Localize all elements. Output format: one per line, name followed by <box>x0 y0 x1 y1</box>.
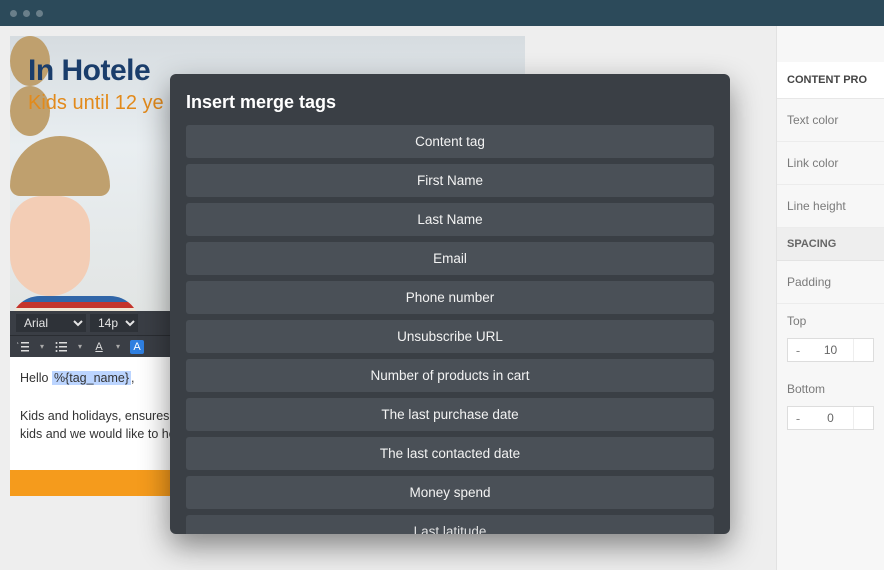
chevron-down-icon[interactable]: ▾ <box>78 342 82 351</box>
prop-text-color[interactable]: Text color <box>777 99 884 142</box>
merge-tag-option[interactable]: Number of products in cart <box>186 359 714 392</box>
chevron-down-icon[interactable]: ▾ <box>116 342 120 351</box>
window-titlebar <box>0 0 884 26</box>
prop-padding[interactable]: Padding <box>777 261 884 304</box>
hero-subtitle: Kids until 12 ye <box>28 92 164 115</box>
merge-tag-option[interactable]: Email <box>186 242 714 275</box>
hero-decor <box>10 136 110 196</box>
merge-token[interactable]: %{tag_name} <box>52 371 131 385</box>
svg-text:1: 1 <box>17 341 19 345</box>
increment-button[interactable] <box>853 407 873 429</box>
properties-panel: CONTENT PRO Text color Link color Line h… <box>776 26 884 570</box>
body-line: kids and we would like to he <box>20 427 176 441</box>
increment-button[interactable] <box>853 339 873 361</box>
prop-link-color[interactable]: Link color <box>777 142 884 185</box>
decrement-button[interactable]: - <box>788 339 808 361</box>
window-dot <box>36 10 43 17</box>
merge-tag-option[interactable]: Unsubscribe URL <box>186 320 714 353</box>
modal-title: Insert merge tags <box>186 92 714 113</box>
ordered-list-icon[interactable]: 1 <box>16 340 30 354</box>
unordered-list-icon[interactable] <box>54 340 68 354</box>
font-color-icon[interactable]: A <box>92 340 106 354</box>
window-dot <box>10 10 17 17</box>
hero-title: In Hotele <box>28 54 150 88</box>
bottom-label: Bottom <box>777 372 884 400</box>
merge-tag-option[interactable]: Money spend <box>186 476 714 509</box>
decrement-button[interactable]: - <box>788 407 808 429</box>
greeting-prefix: Hello <box>20 371 52 385</box>
font-size-select[interactable]: 14px <box>90 314 138 332</box>
merge-tag-option[interactable]: Last Name <box>186 203 714 236</box>
bottom-value: 0 <box>808 411 853 425</box>
spacing-header: SPACING <box>777 228 884 261</box>
hero-decor <box>10 296 140 311</box>
properties-header: CONTENT PRO <box>777 62 884 99</box>
top-label: Top <box>777 304 884 332</box>
merge-tag-option[interactable]: Last latitude <box>186 515 714 534</box>
merge-tag-option[interactable]: The last contacted date <box>186 437 714 470</box>
greeting-suffix: , <box>131 371 134 385</box>
merge-tag-option[interactable]: Phone number <box>186 281 714 314</box>
merge-tag-list: Content tag First Name Last Name Email Phone… <box>186 125 714 534</box>
merge-tag-option[interactable]: Content tag <box>186 125 714 158</box>
highlight-color-icon[interactable]: A <box>130 340 144 354</box>
hero-decor <box>10 196 90 296</box>
body-line: Kids and holidays, ensures <box>20 409 169 423</box>
insert-merge-tags-modal: Insert merge tags Content tag First Name L… <box>170 74 730 534</box>
window-dot <box>23 10 30 17</box>
merge-tag-option[interactable]: The last purchase date <box>186 398 714 431</box>
bottom-stepper[interactable]: - 0 <box>787 406 874 430</box>
workspace: In Hotele Kids until 12 ye Arial 14px <box>0 26 884 570</box>
top-stepper[interactable]: - 10 <box>787 338 874 362</box>
merge-tag-option[interactable]: First Name <box>186 164 714 197</box>
chevron-down-icon[interactable]: ▾ <box>40 342 44 351</box>
top-value: 10 <box>808 343 853 357</box>
prop-line-height[interactable]: Line height <box>777 185 884 228</box>
font-family-select[interactable]: Arial <box>16 314 86 332</box>
